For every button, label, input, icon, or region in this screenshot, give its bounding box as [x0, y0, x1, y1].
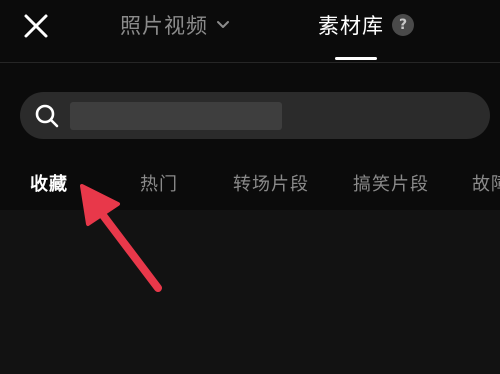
category-tab-funny[interactable]: 搞笑片段 [353, 170, 429, 196]
chevron-down-icon [216, 20, 230, 30]
tab-photos-videos-label: 照片视频 [120, 14, 208, 38]
search-input[interactable] [70, 102, 282, 130]
category-tab-transitions[interactable]: 转场片段 [233, 170, 309, 196]
category-tab-glitch[interactable]: 故障 [472, 170, 500, 196]
tab-material-library-label: 素材库 [318, 14, 384, 38]
help-icon[interactable]: ? [392, 14, 414, 36]
divider [0, 62, 500, 63]
active-tab-indicator [335, 57, 377, 60]
top-bar: 照片视频 素材库 ? [0, 0, 500, 62]
category-tab-favorites[interactable]: 收藏 [30, 170, 68, 196]
tab-material-library[interactable]: 素材库 ? [318, 8, 414, 42]
close-button[interactable] [20, 10, 52, 42]
annotation-arrow [70, 172, 180, 302]
tab-photos-videos[interactable]: 照片视频 [120, 8, 230, 42]
search-icon [34, 103, 60, 129]
close-icon [20, 10, 52, 42]
search-bar[interactable] [20, 92, 490, 139]
